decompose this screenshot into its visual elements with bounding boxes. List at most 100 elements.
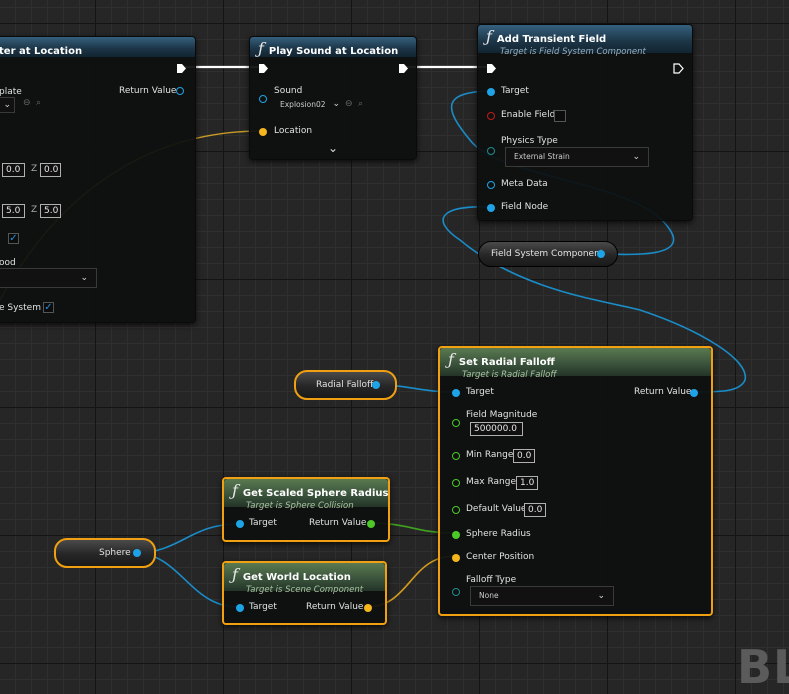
output-pin[interactable] bbox=[372, 381, 380, 389]
radial-falloff-variable[interactable]: Radial Falloff bbox=[294, 370, 397, 400]
function-icon: ƒ bbox=[448, 350, 454, 369]
meta-data-label: Meta Data bbox=[501, 179, 548, 189]
min-range-pin[interactable] bbox=[452, 452, 460, 460]
return-value-label: Return Value bbox=[309, 518, 367, 528]
field-magnitude-label: Field Magnitude bbox=[466, 410, 538, 420]
blueprint-watermark: BL bbox=[737, 640, 789, 694]
search-icon[interactable]: ⌕ bbox=[36, 98, 41, 108]
meta-data-pin[interactable] bbox=[487, 181, 495, 189]
get-world-location-node[interactable]: ƒ Get World Location Target is Scene Compo… bbox=[222, 561, 387, 625]
search-icon[interactable]: ⌕ bbox=[358, 99, 363, 109]
pooling-method-dropdown[interactable]: ⌄ bbox=[0, 268, 97, 288]
node-title: ter at Location bbox=[0, 46, 83, 57]
function-icon: ƒ bbox=[232, 565, 238, 584]
physics-type-label: Physics Type bbox=[501, 136, 558, 146]
scale-z-field[interactable]: 5.0 bbox=[40, 204, 61, 218]
node-subtitle: Target is Scene Component bbox=[246, 585, 364, 595]
variable-label: Sphere bbox=[99, 548, 131, 558]
enable-field-label: Enable Field bbox=[501, 110, 556, 120]
enable-field-pin[interactable] bbox=[487, 112, 495, 120]
browse-icon[interactable]: ⊖ bbox=[345, 99, 353, 109]
auto-destroy-checkbox[interactable]: ✓ bbox=[8, 233, 19, 244]
target-pin[interactable] bbox=[487, 88, 495, 96]
falloff-type-pin[interactable] bbox=[452, 588, 460, 596]
field-magnitude-field[interactable]: 500000.0 bbox=[470, 422, 523, 436]
function-icon: ƒ bbox=[486, 27, 492, 46]
default-value-pin[interactable] bbox=[452, 506, 460, 514]
exec-in-pin[interactable] bbox=[258, 63, 269, 74]
center-position-label: Center Position bbox=[466, 552, 535, 562]
location-pin[interactable] bbox=[259, 128, 267, 136]
node-subtitle: Target is Field System Component bbox=[500, 47, 646, 57]
get-scaled-sphere-radius-node[interactable]: ƒ Get Scaled Sphere Radius Target is Spher… bbox=[222, 477, 390, 542]
template-label: plate bbox=[0, 87, 22, 97]
default-value-label: Default Value bbox=[466, 504, 527, 514]
field-node-pin[interactable] bbox=[487, 204, 495, 212]
exec-out-pin[interactable] bbox=[673, 63, 684, 74]
function-icon: ƒ bbox=[258, 39, 264, 58]
system-label: e System bbox=[0, 303, 41, 313]
z-axis-label: Z bbox=[31, 164, 38, 174]
physics-type-pin[interactable] bbox=[487, 147, 495, 155]
target-pin[interactable] bbox=[452, 389, 460, 397]
field-system-component-variable[interactable]: Field System Component bbox=[478, 241, 618, 267]
max-range-field[interactable]: 1.0 bbox=[516, 476, 538, 490]
falloff-type-label: Falloff Type bbox=[466, 575, 517, 585]
target-pin[interactable] bbox=[236, 520, 244, 528]
physics-type-value: External Strain bbox=[514, 152, 570, 161]
return-value-label: Return Value bbox=[306, 602, 364, 612]
min-range-field[interactable]: 0.0 bbox=[513, 449, 535, 463]
location-x-field[interactable]: 0.0 bbox=[2, 163, 25, 177]
play-sound-at-location-node[interactable]: ƒ Play Sound at Location Sound Explosion0… bbox=[249, 36, 417, 160]
field-node-label: Field Node bbox=[501, 202, 549, 212]
output-pin[interactable] bbox=[133, 549, 141, 557]
node-title: Play Sound at Location bbox=[268, 46, 399, 57]
falloff-type-dropdown[interactable]: None ⌄ bbox=[470, 586, 614, 606]
output-pin[interactable] bbox=[597, 250, 605, 258]
variable-label: Radial Falloff bbox=[316, 380, 374, 390]
sphere-radius-label: Sphere Radius bbox=[466, 529, 531, 539]
target-pin[interactable] bbox=[236, 604, 244, 612]
add-transient-field-node[interactable]: ƒ Add Transient Field Target is Field Syst… bbox=[477, 24, 693, 221]
template-dropdown[interactable]: ⌄ bbox=[0, 97, 15, 113]
default-value-field[interactable]: 0.0 bbox=[524, 503, 546, 517]
return-value-pin[interactable] bbox=[176, 87, 184, 95]
pre-cull-checkbox[interactable]: ✓ bbox=[43, 302, 54, 313]
sound-value: Explosion02 bbox=[280, 100, 326, 109]
node-title: Get Scaled Sphere Radius bbox=[242, 488, 389, 499]
browse-icon[interactable]: ⊖ bbox=[23, 98, 31, 108]
location-z-field[interactable]: 0.0 bbox=[40, 163, 61, 177]
variable-label: Field System Component bbox=[491, 249, 604, 259]
target-label: Target bbox=[466, 387, 494, 397]
return-value-label: Return Value bbox=[119, 86, 177, 96]
z-axis-label-2: Z bbox=[31, 205, 38, 215]
sound-asset-dropdown[interactable]: Explosion02 ⌄ bbox=[274, 97, 342, 113]
enable-field-checkbox[interactable] bbox=[554, 110, 566, 122]
exec-out-pin[interactable] bbox=[398, 63, 409, 74]
node-title: Get World Location bbox=[242, 572, 351, 583]
max-range-label: Max Range bbox=[466, 477, 516, 487]
function-icon: ƒ bbox=[232, 481, 238, 500]
spawn-emitter-at-location-node[interactable]: ter at Location Return Value plate ⌄ ⊖ ⌕… bbox=[0, 36, 196, 323]
target-label: Target bbox=[249, 602, 277, 612]
return-value-pin[interactable] bbox=[364, 604, 372, 612]
return-value-pin[interactable] bbox=[367, 520, 375, 528]
physics-type-dropdown[interactable]: External Strain ⌄ bbox=[505, 147, 649, 167]
return-value-pin[interactable] bbox=[690, 389, 698, 397]
sphere-variable[interactable]: Sphere bbox=[54, 538, 156, 568]
exec-out-pin[interactable] bbox=[176, 63, 187, 74]
center-position-pin[interactable] bbox=[452, 554, 460, 562]
expand-chevron-icon[interactable]: ⌄ bbox=[328, 141, 338, 155]
target-label: Target bbox=[249, 518, 277, 528]
scale-x-field[interactable]: 5.0 bbox=[2, 204, 25, 218]
exec-in-pin[interactable] bbox=[486, 63, 497, 74]
sound-pin[interactable] bbox=[259, 95, 267, 103]
max-range-pin[interactable] bbox=[452, 479, 460, 487]
field-magnitude-pin[interactable] bbox=[452, 419, 460, 427]
set-radial-falloff-node[interactable]: ƒ Set Radial Falloff Target is Radial Fall… bbox=[438, 346, 713, 616]
sound-label: Sound bbox=[274, 86, 303, 96]
sphere-radius-pin[interactable] bbox=[452, 531, 460, 539]
falloff-type-value: None bbox=[479, 591, 499, 600]
node-subtitle: Target is Radial Falloff bbox=[462, 370, 557, 380]
method-label: ood bbox=[0, 258, 16, 268]
